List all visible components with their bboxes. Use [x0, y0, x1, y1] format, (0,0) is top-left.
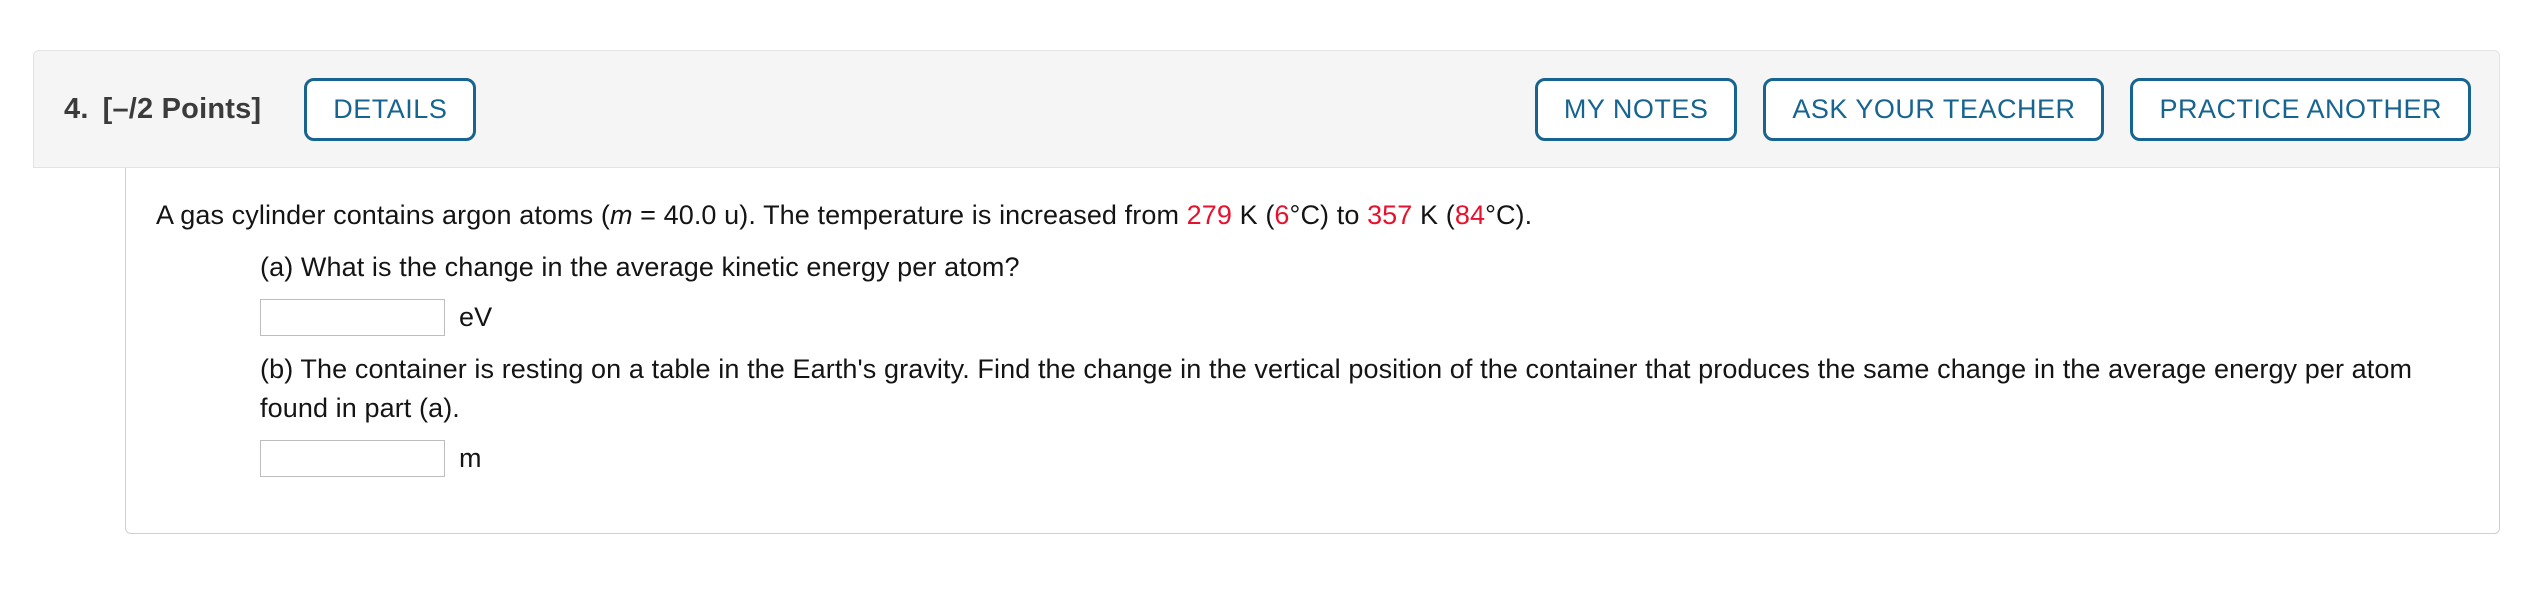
details-button-label: DETAILS [333, 93, 448, 124]
details-button[interactable]: DETAILS [304, 77, 477, 141]
final-temperature-kelvin: 357 [1367, 200, 1413, 230]
part-a-answer-row: eV [260, 298, 2460, 337]
practice-another-button-label: PRACTICE ANOTHER [2159, 93, 2442, 124]
part-b: (b) The container is resting on a table … [260, 350, 2460, 478]
initial-temperature-kelvin: 279 [1186, 200, 1233, 230]
stem-text-2: = 40.0 u). The temperature is increased … [632, 200, 1187, 230]
final-temperature-celsius: 84 [1454, 200, 1486, 230]
stem-text-3: K ( [1232, 200, 1275, 230]
stem-text-1: A gas cylinder contains argon atoms ( [156, 200, 610, 230]
stem-text-4: °C) to [1289, 200, 1368, 230]
stem-text-5: K ( [1412, 200, 1455, 230]
my-notes-button[interactable]: MY NOTES [1534, 77, 1738, 141]
part-b-answer-row: m [260, 439, 2460, 478]
question-stem: A gas cylinder contains argon atoms (m =… [156, 196, 2466, 235]
part-a-unit-label: eV [459, 302, 493, 333]
ask-your-teacher-button-label: ASK YOUR TEACHER [1792, 93, 2076, 124]
stem-text-6: °C). [1485, 200, 1533, 230]
ask-your-teacher-button[interactable]: ASK YOUR TEACHER [1763, 77, 2105, 141]
part-a-prompt: (a) What is the change in the average ki… [260, 252, 1020, 282]
points-label: 4. [–/2 Points] [64, 93, 261, 126]
stem-mass-variable: m [609, 200, 633, 230]
part-a-answer-input[interactable] [260, 299, 445, 337]
my-notes-button-label: MY NOTES [1563, 93, 1709, 124]
question-number: 4. [64, 92, 89, 125]
part-b-prompt: (b) The container is resting on a table … [260, 354, 2413, 424]
initial-temperature-celsius: 6 [1274, 200, 1290, 230]
part-a: (a) What is the change in the average ki… [260, 248, 2460, 337]
header-actions: MY NOTES ASK YOUR TEACHER PRACTICE ANOTH… [1534, 77, 2471, 141]
part-b-answer-input[interactable] [260, 440, 445, 478]
problem-page: 4. [–/2 Points] DETAILS MY NOTES ASK YOU… [0, 0, 2522, 592]
problem-body: A gas cylinder contains argon atoms (m =… [125, 168, 2500, 534]
problem-header-bar: 4. [–/2 Points] DETAILS MY NOTES ASK YOU… [33, 50, 2500, 168]
practice-another-button[interactable]: PRACTICE ANOTHER [2130, 77, 2471, 141]
points-value: [–/2 Points] [102, 92, 262, 125]
part-b-unit-label: m [459, 443, 482, 474]
